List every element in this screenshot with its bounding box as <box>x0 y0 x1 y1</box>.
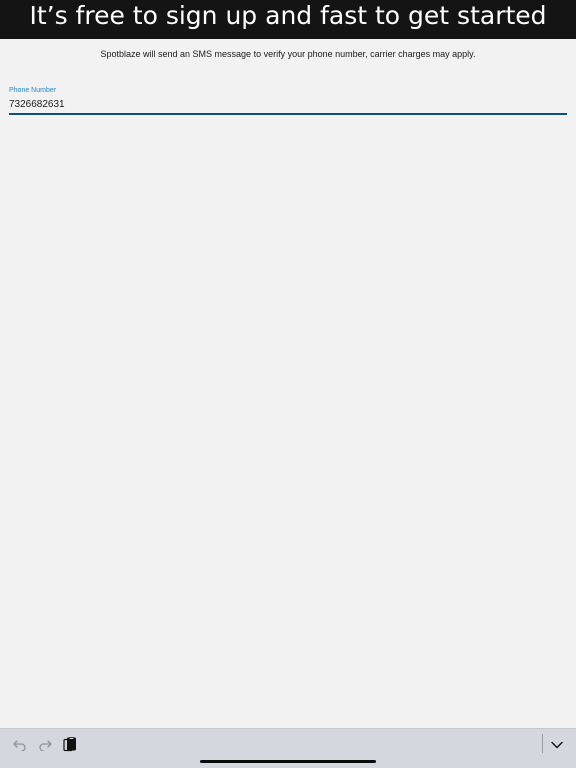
undo-icon <box>13 739 27 751</box>
paste-button[interactable] <box>60 735 80 755</box>
paste-icon <box>63 737 77 753</box>
undo-button[interactable] <box>10 735 30 755</box>
redo-icon <box>38 739 52 751</box>
sms-notice-text: Spotblaze will send an SMS message to ve… <box>100 49 476 59</box>
signup-page: It’s free to sign up and fast to get sta… <box>0 0 576 768</box>
redo-button[interactable] <box>35 735 55 755</box>
phone-number-label: Phone Number <box>9 87 57 94</box>
phone-number-input[interactable] <box>9 97 567 112</box>
toolbar-divider <box>542 734 543 753</box>
phone-number-underline <box>9 113 567 115</box>
home-indicator <box>200 760 376 763</box>
chevron-down-icon <box>551 741 563 749</box>
phone-number-field[interactable]: Phone Number <box>9 87 567 116</box>
dismiss-keyboard-button[interactable] <box>547 735 567 755</box>
banner-title: It’s free to sign up and fast to get sta… <box>0 0 576 39</box>
